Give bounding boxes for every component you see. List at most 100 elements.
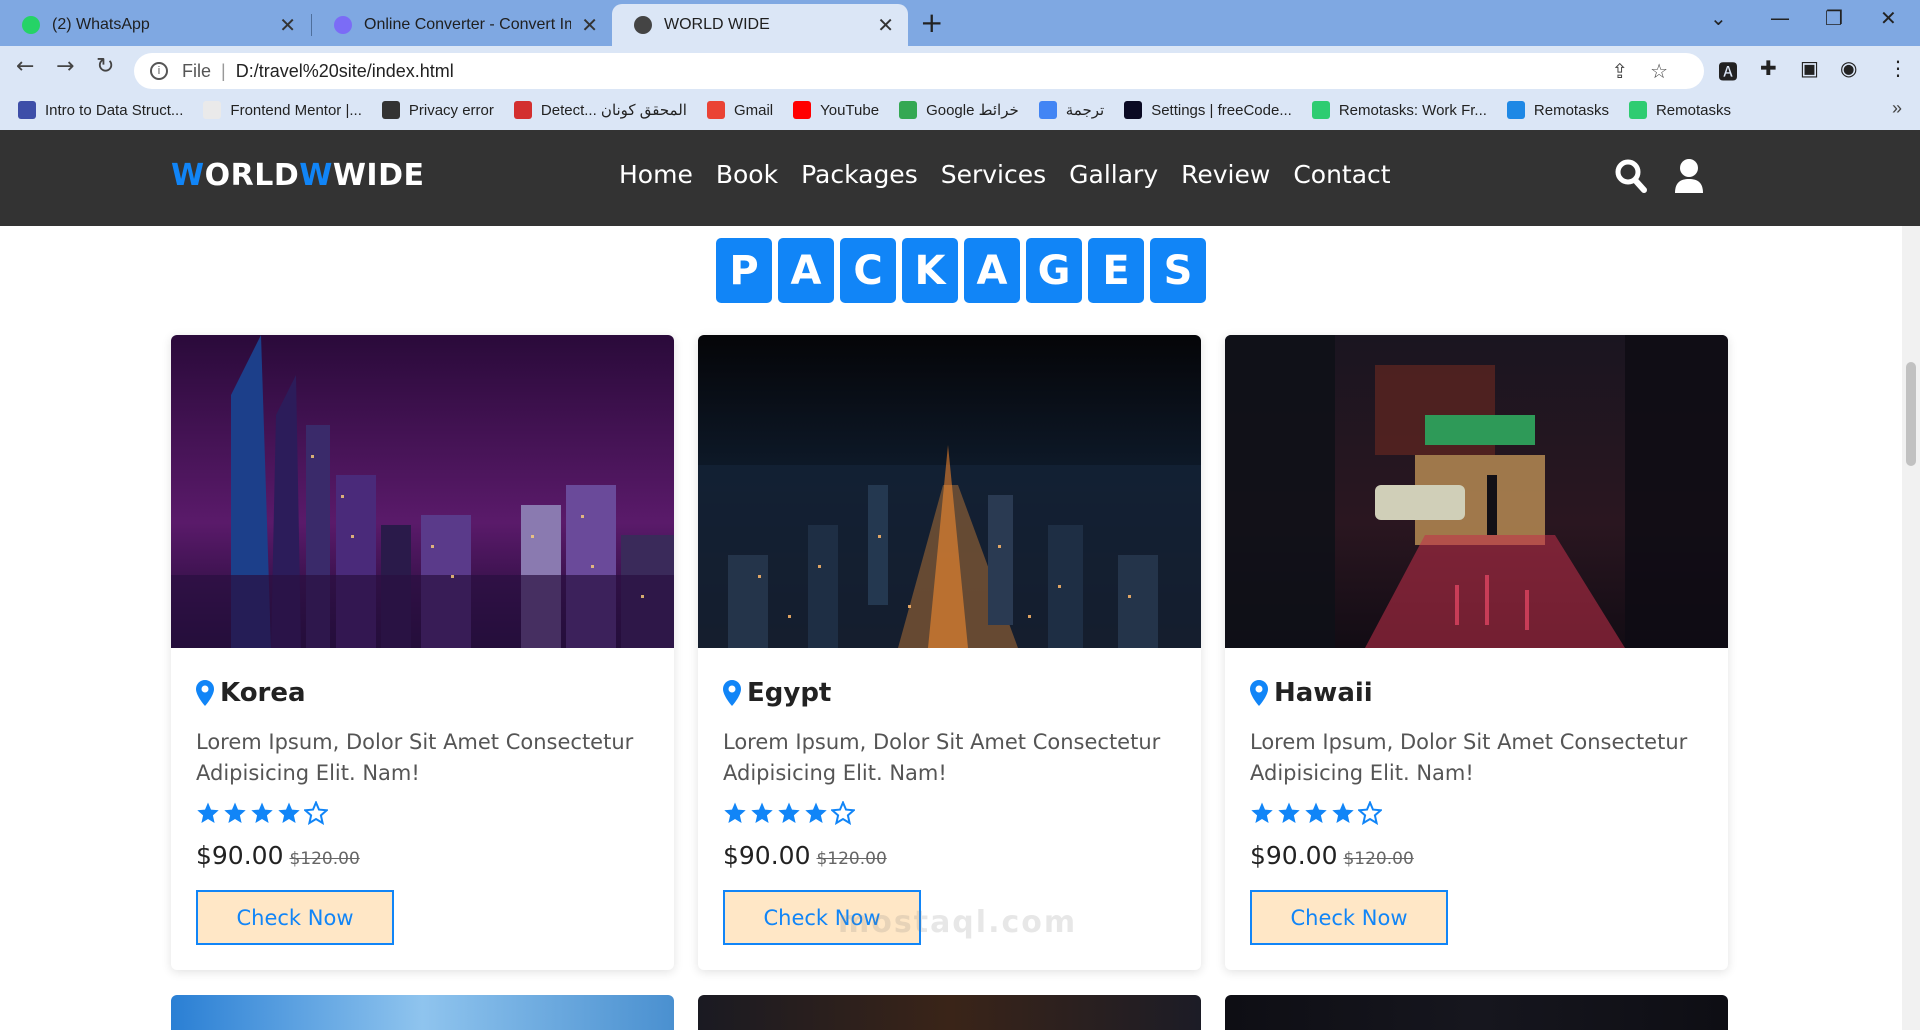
bookmark-item[interactable]: Detect... المحقق كونان	[513, 101, 687, 119]
bookmark-favicon-icon	[381, 101, 400, 119]
star-filled-icon	[197, 802, 219, 823]
bookmark-item[interactable]: Gmail	[706, 101, 774, 119]
new-tab-icon[interactable]: +	[920, 6, 943, 39]
bookmark-label: Intro to Data Struct...	[45, 101, 184, 119]
logo-orld: ORLD	[204, 158, 300, 193]
hawaii-street-photo	[1225, 335, 1728, 648]
minimize-icon[interactable]: —	[1770, 6, 1790, 30]
whatsapp-icon	[22, 16, 40, 34]
current-price: $90.00	[196, 841, 284, 870]
search-icon[interactable]	[1614, 158, 1648, 194]
heading-letter: S	[1150, 238, 1206, 303]
share-and-star-icons[interactable]: ⇪☆	[1611, 59, 1690, 84]
packages-heading: PACKAGES	[716, 238, 1212, 303]
nav-home[interactable]: Home	[619, 160, 693, 189]
nav-services[interactable]: Services	[941, 160, 1046, 189]
bookmark-label: YouTube	[820, 101, 880, 119]
old-price: $120.00	[816, 849, 887, 869]
heading-letter: C	[840, 238, 896, 303]
info-icon[interactable]: i	[150, 62, 168, 80]
check-now-button[interactable]: Check Now	[1250, 890, 1448, 945]
chevron-down-icon[interactable]: ⌄	[1710, 6, 1727, 30]
bookmark-label: Privacy error	[408, 101, 494, 119]
address-divider: |	[221, 60, 226, 81]
check-now-button[interactable]: Check Now	[196, 890, 394, 945]
bookmark-item[interactable]: YouTube	[793, 101, 879, 119]
map-pin-icon	[723, 680, 741, 706]
page-scrollbar[interactable]	[1902, 226, 1920, 1030]
close-icon[interactable]: ✕	[279, 13, 296, 38]
bookmark-label: Google خرائط	[926, 102, 1019, 119]
star-filled-icon	[805, 802, 827, 823]
package-description: Lorem Ipsum, Dolor Sit Amet Consectetur …	[1250, 730, 1688, 785]
extensions-icon[interactable]: ✚	[1760, 56, 1777, 80]
bookmark-label: Frontend Mentor |...	[230, 101, 362, 119]
package-place: Hawaii	[1250, 678, 1373, 708]
bookmark-item[interactable]: Remotasks	[1628, 101, 1731, 119]
profile-avatar[interactable]: ◉	[1840, 56, 1857, 80]
star-filled-icon	[1332, 802, 1354, 823]
menu-icon[interactable]: ⋮	[1888, 56, 1908, 80]
tab-world-wide[interactable]: WORLD WIDE ✕	[612, 4, 908, 46]
package-description: Lorem Ipsum, Dolor Sit Amet Consectetur …	[723, 730, 1161, 785]
bookmark-item[interactable]: Remotasks: Work Fr...	[1311, 101, 1487, 119]
nav-review[interactable]: Review	[1181, 160, 1270, 189]
star-filled-icon	[1305, 802, 1327, 823]
restore-icon[interactable]: ❐	[1825, 6, 1843, 30]
package-place: Egypt	[723, 678, 831, 708]
heading-letter: P	[716, 238, 772, 303]
browser-tab-strip: (2) WhatsApp ✕ Online Converter - Conver…	[0, 0, 1920, 46]
bookmark-favicon-icon	[1038, 101, 1057, 119]
address-bar[interactable]: i File | D:/travel%20site/index.html ⇪☆	[134, 53, 1704, 89]
current-price: $90.00	[1250, 841, 1338, 870]
globe-icon	[634, 16, 652, 34]
place-name: Hawaii	[1274, 678, 1373, 708]
main-nav: Home Book Packages Services Gallary Revi…	[619, 160, 1414, 189]
bookmark-item[interactable]: Intro to Data Struct...	[18, 101, 183, 119]
back-icon[interactable]: ←	[16, 54, 34, 79]
package-card-egypt: Egypt Lorem Ipsum, Dolor Sit Amet Consec…	[698, 335, 1201, 970]
current-price: $90.00	[723, 841, 811, 870]
close-icon[interactable]: ✕	[877, 13, 894, 38]
nav-book[interactable]: Book	[716, 160, 778, 189]
map-pin-icon	[196, 680, 214, 706]
heading-letter: K	[902, 238, 958, 303]
package-price: $90.00 $120.00	[723, 841, 887, 870]
bookmark-favicon-icon	[793, 101, 812, 119]
bookmark-favicon-icon	[18, 101, 36, 119]
close-icon[interactable]: ✕	[581, 13, 598, 38]
bookmark-label: Remotasks: Work Fr...	[1338, 101, 1487, 119]
scrollbar-thumb[interactable]	[1906, 362, 1916, 466]
tab-online-converter[interactable]: Online Converter - Convert Imag ✕	[312, 4, 612, 46]
bookmark-item[interactable]: Remotasks	[1506, 101, 1609, 119]
bookmark-item[interactable]: Frontend Mentor |...	[203, 101, 362, 119]
bookmarks-bar: Intro to Data Struct... Frontend Mentor |…	[0, 92, 1920, 128]
close-window-icon[interactable]: ✕	[1880, 6, 1897, 30]
sidepanel-icon[interactable]: ▣	[1800, 56, 1819, 80]
nav-gallary[interactable]: Gallary	[1069, 160, 1158, 189]
map-pin-icon	[1250, 680, 1268, 706]
site-logo[interactable]: WORLDWWIDE	[171, 158, 424, 193]
heading-letter: G	[1026, 238, 1082, 303]
bookmark-item[interactable]: Privacy error	[381, 101, 494, 119]
tab-whatsapp[interactable]: (2) WhatsApp ✕	[0, 4, 310, 46]
reload-icon[interactable]: ↻	[96, 54, 114, 79]
package-card-next-1	[171, 995, 674, 1030]
user-icon[interactable]	[1674, 158, 1704, 194]
more-bookmarks-icon[interactable]: »	[1892, 98, 1902, 119]
translate-icon[interactable]: 🅰	[1718, 56, 1738, 85]
nav-contact[interactable]: Contact	[1293, 160, 1390, 189]
bookmark-item[interactable]: Google خرائط	[899, 101, 1019, 119]
star-filled-icon	[724, 802, 746, 823]
bookmark-favicon-icon	[1506, 101, 1525, 119]
logo-wide: WIDE	[332, 158, 425, 193]
star-empty-icon	[1358, 801, 1382, 825]
forward-icon[interactable]: →	[56, 54, 74, 79]
bookmark-favicon-icon	[203, 101, 222, 119]
bookmark-item[interactable]: ترجمة	[1038, 101, 1104, 119]
package-card-next-2	[698, 995, 1201, 1030]
bookmark-label: Remotasks	[1655, 101, 1731, 119]
bookmark-label: Gmail	[733, 101, 774, 119]
nav-packages[interactable]: Packages	[801, 160, 918, 189]
bookmark-item[interactable]: Settings | freeCode...	[1124, 101, 1292, 119]
